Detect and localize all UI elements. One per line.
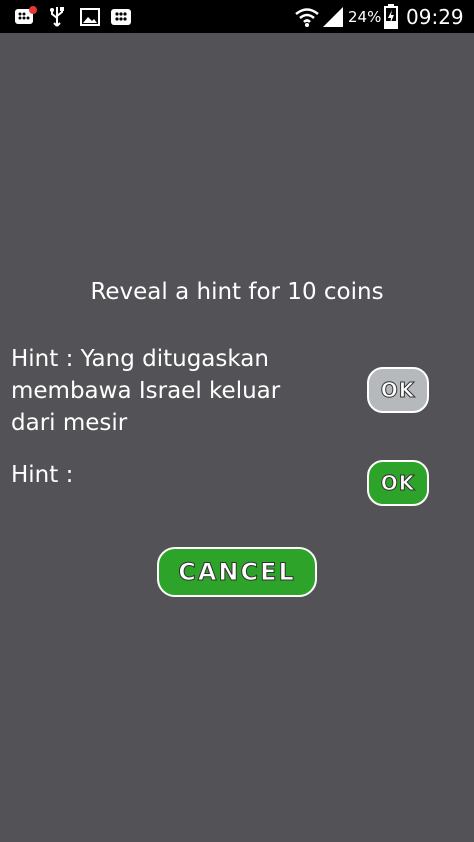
usb-icon bbox=[50, 7, 64, 27]
hint-text-1: Hint : Yang ditugaskan membawa Israel ke… bbox=[11, 346, 281, 436]
status-bar: 24% 09:29 bbox=[0, 0, 474, 33]
signal-icon bbox=[323, 7, 343, 27]
hint-text-2: Hint : bbox=[11, 462, 74, 488]
ok-button-label: OK bbox=[380, 471, 416, 496]
image-icon bbox=[80, 8, 100, 26]
wifi-icon bbox=[295, 8, 319, 27]
battery-charging-icon bbox=[384, 4, 398, 29]
bbm-notification-icon bbox=[15, 6, 37, 24]
cancel-button[interactable]: CANCEL bbox=[157, 547, 317, 597]
dialog-title: Reveal a hint for 10 coins bbox=[90, 279, 384, 305]
hint-dialog: Reveal a hint for 10 coins Hint : Yang d… bbox=[0, 33, 474, 842]
clock: 09:29 bbox=[406, 5, 464, 29]
hint-1-ok-button[interactable]: OK bbox=[367, 367, 429, 413]
ok-button-label: OK bbox=[380, 378, 416, 403]
bbm-icon bbox=[111, 9, 131, 25]
hint-2-ok-button[interactable]: OK bbox=[367, 460, 429, 506]
cancel-button-label: CANCEL bbox=[178, 558, 296, 587]
battery-percent: 24% bbox=[348, 8, 382, 26]
